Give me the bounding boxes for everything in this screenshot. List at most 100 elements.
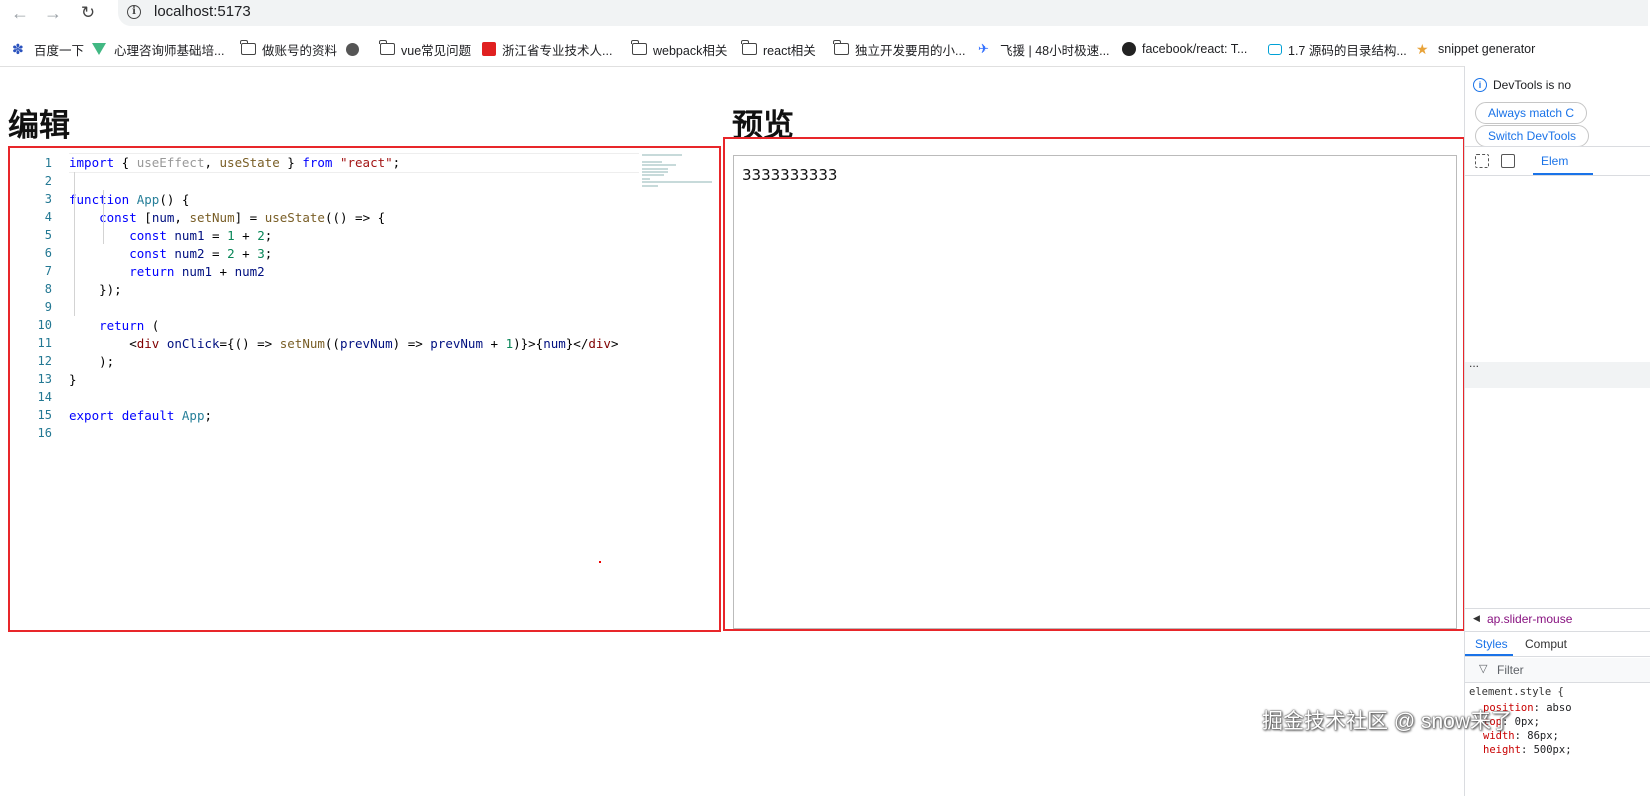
line-number: 5	[44, 228, 52, 242]
line-number-gutter: 1 2 3 4 5 6 7 8 9 10 11 12 13 14 15 16	[10, 154, 58, 442]
indent-guide	[103, 190, 104, 244]
code-line[interactable]	[69, 173, 719, 191]
code-line[interactable]: function App() {	[69, 191, 719, 209]
line-number: 4	[44, 210, 52, 224]
indent-guide	[74, 172, 75, 316]
line-number: 2	[44, 174, 52, 188]
node-ellipsis[interactable]: ...	[1469, 356, 1479, 370]
bookmark-label: react相关	[763, 43, 816, 58]
always-match-button[interactable]: Always match C	[1475, 102, 1588, 124]
vue-logo-icon	[92, 43, 106, 55]
folder-icon	[833, 40, 849, 55]
bookmark-label: snippet generator	[1438, 42, 1536, 56]
editor-heading: 编辑	[8, 108, 70, 143]
bookmark-label: facebook/react: T...	[1142, 42, 1248, 56]
tab-computed[interactable]: Comput	[1525, 637, 1567, 651]
line-number: 13	[37, 372, 52, 386]
filter-icon: ▽	[1479, 663, 1488, 675]
back-arrow-icon[interactable]: ←	[9, 2, 31, 24]
code-line[interactable]: return (	[69, 317, 719, 335]
code-line[interactable]	[69, 299, 719, 317]
code-line[interactable]: }	[69, 371, 719, 389]
styles-tabs: Styles Comput	[1465, 632, 1650, 657]
address-url[interactable]: localhost:5173	[154, 3, 251, 20]
code-line[interactable]: export default App;	[69, 407, 719, 425]
site-info-icon[interactable]: i	[127, 5, 141, 19]
bookmark-item[interactable]: react相关	[741, 40, 816, 58]
code-line[interactable]: );	[69, 353, 719, 371]
line-number: 11	[37, 336, 52, 350]
filter-input[interactable]: Filter	[1497, 663, 1524, 677]
reload-icon[interactable]: ↻	[77, 2, 99, 24]
bookmark-item[interactable]: ✽ 百度一下	[12, 40, 84, 58]
code-line[interactable]: <div onClick={() => setNum((prevNum) => …	[69, 335, 719, 353]
tab-styles[interactable]: Styles	[1475, 637, 1508, 651]
bookmark-label: 浙江省专业技术人...	[502, 43, 613, 58]
line-number: 7	[44, 264, 52, 278]
line-number: 1	[44, 156, 52, 170]
devtools-toolbar: Elem	[1465, 146, 1650, 176]
bookmark-label: 心理咨询师基础培...	[114, 43, 225, 58]
bookmark-item[interactable]: ✈ 飞援 | 48小时极速...	[978, 40, 1110, 58]
bookmark-item[interactable]: 1.7 源码的目录结构...	[1268, 40, 1407, 58]
bookmark-item[interactable]: 做账号的资料	[240, 40, 338, 58]
code-editor-panel[interactable]: 1 2 3 4 5 6 7 8 9 10 11 12 13 14 15 16 import { useEffe…	[8, 146, 721, 632]
bookmarks-bar: ✽ 百度一下 心理咨询师基础培... 做账号的资料 vue常见问题 浙江省专业技术人...…	[0, 34, 1650, 62]
line-number: 12	[37, 354, 52, 368]
preview-iframe[interactable]: 3333333333	[733, 155, 1457, 629]
style-selector: element.style {	[1469, 686, 1564, 698]
counter-output[interactable]: 3333333333	[742, 166, 837, 184]
bookmark-item[interactable]: facebook/react: T...	[1122, 40, 1247, 58]
selected-node-row[interactable]	[1465, 362, 1650, 388]
editor-minimap[interactable]	[642, 154, 714, 188]
feiyuan-icon: ✈	[978, 41, 989, 56]
bookmark-label: 百度一下	[34, 43, 85, 58]
code-line[interactable]: const [num, setNum] = useState(() => {	[69, 209, 719, 227]
code-line[interactable]: import { useEffect, useState } from "rea…	[69, 153, 639, 173]
folder-icon	[631, 40, 647, 55]
cursor-marker	[599, 561, 601, 563]
code-line[interactable]: });	[69, 281, 719, 299]
star-icon: ★	[1416, 41, 1429, 57]
bookmark-item[interactable]: vue常见问题	[379, 40, 471, 58]
line-number: 15	[37, 408, 52, 422]
bookmark-item[interactable]: 心理咨询师基础培...	[92, 40, 224, 58]
code-area[interactable]: import { useEffect, useState } from "rea…	[69, 153, 719, 443]
styles-filter[interactable]: ▽ Filter	[1465, 658, 1650, 683]
globe-icon	[346, 42, 359, 56]
preview-panel: 3333333333	[723, 137, 1465, 631]
folder-icon	[240, 40, 256, 55]
code-line[interactable]	[69, 389, 719, 407]
devtools-pane: i DevTools is no Always match C Switch D…	[1464, 66, 1650, 796]
toolbar-divider	[0, 66, 1538, 67]
line-number: 3	[44, 192, 52, 206]
address-bar[interactable]: i localhost:5173	[118, 0, 1648, 26]
bookmark-item[interactable]: webpack相关	[631, 40, 727, 58]
forward-arrow-icon[interactable]: →	[42, 2, 64, 24]
folder-icon	[741, 40, 757, 55]
code-line[interactable]	[69, 425, 719, 443]
browser-toolbar: ← → ↻ i localhost:5173	[0, 0, 1650, 26]
active-tab-indicator	[1465, 654, 1513, 656]
github-icon	[1122, 42, 1136, 56]
dom-breadcrumb[interactable]: ◀ ap.slider-mouse	[1465, 608, 1650, 632]
baidu-paw-icon: ✽	[12, 41, 24, 57]
code-line[interactable]: const num1 = 1 + 2;	[69, 227, 719, 245]
bookmark-label: 独立开发要用的小...	[855, 43, 966, 58]
switch-devtools-button[interactable]: Switch DevTools	[1475, 125, 1590, 147]
code-line[interactable]: return num1 + num2	[69, 263, 719, 281]
bookmark-item[interactable]	[346, 40, 365, 58]
inspect-element-icon[interactable]	[1475, 154, 1489, 168]
code-line[interactable]: const num2 = 2 + 3;	[69, 245, 719, 263]
scroll-left-icon[interactable]: ◀	[1473, 613, 1480, 624]
line-number: 9	[44, 300, 52, 314]
bookmark-item[interactable]: 浙江省专业技术人...	[482, 40, 612, 58]
bookmark-item[interactable]: ★ snippet generator	[1416, 40, 1535, 58]
bookmark-label: 飞援 | 48小时极速...	[1000, 43, 1110, 58]
style-declaration[interactable]: height: 500px;	[1483, 744, 1572, 756]
breadcrumb-item[interactable]: ap.slider-mouse	[1487, 612, 1572, 626]
bookmark-item[interactable]: 独立开发要用的小...	[833, 40, 966, 58]
bookmark-label: 做账号的资料	[262, 43, 338, 58]
device-toggle-icon[interactable]	[1501, 154, 1515, 168]
tab-elements[interactable]: Elem	[1541, 154, 1568, 168]
